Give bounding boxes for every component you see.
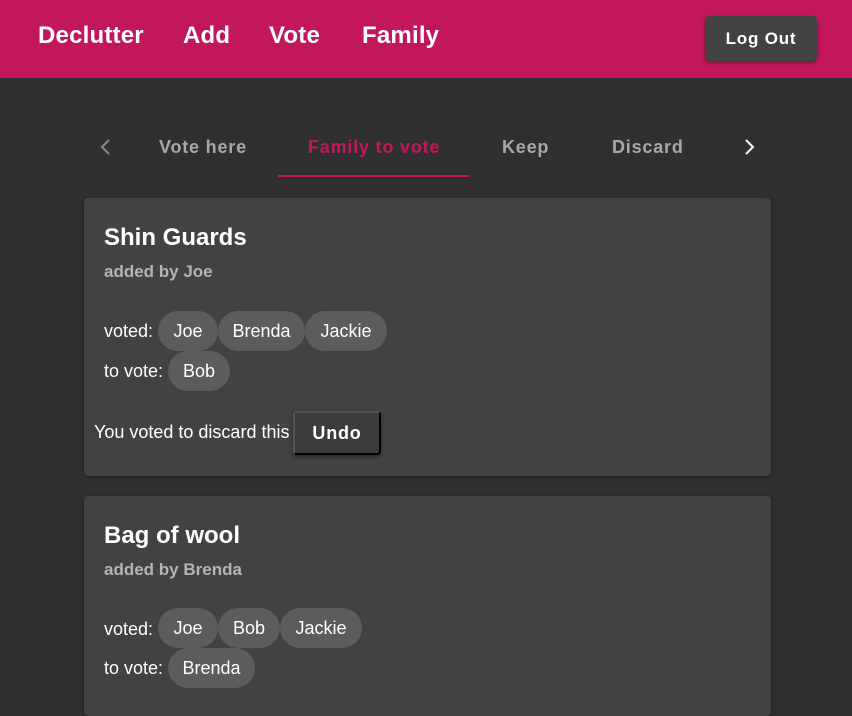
voter-chip: Jackie — [305, 311, 387, 351]
voter-chip: Bob — [218, 608, 280, 648]
item-added-by: added by Brenda — [104, 560, 242, 579]
nav-link-add[interactable]: Add — [183, 22, 230, 50]
voter-chip: Brenda — [218, 311, 305, 351]
tab-bar: Vote here Family to vote Keep Discard — [84, 118, 772, 178]
voter-chip: Jackie — [280, 608, 362, 648]
voter-chip: Joe — [158, 311, 218, 351]
chevron-left-icon[interactable] — [94, 135, 118, 159]
log-out-button[interactable]: Log Out — [705, 16, 817, 61]
voter-chip: Joe — [158, 608, 218, 648]
voted-label: voted: — [104, 619, 154, 639]
to-vote-label: to vote: — [104, 658, 164, 678]
to-vote-label: to vote: — [104, 361, 164, 381]
item-card: Shin Guards added by Joe voted: Joe Bren… — [84, 198, 771, 476]
item-title: Shin Guards — [104, 224, 247, 251]
undo-button[interactable]: Undo — [293, 411, 381, 455]
pending-voter-chip: Bob — [168, 351, 230, 391]
active-tab-indicator — [278, 175, 469, 177]
vote-status-message: You voted to discard this — [94, 422, 290, 442]
chevron-right-icon[interactable] — [737, 135, 761, 159]
app-bar: Declutter Add Vote Family Log Out — [0, 0, 852, 78]
tab-family-to-vote[interactable]: Family to vote — [308, 137, 440, 158]
tab-keep[interactable]: Keep — [502, 137, 549, 158]
nav-link-vote[interactable]: Vote — [269, 22, 320, 50]
nav-link-declutter[interactable]: Declutter — [38, 22, 144, 50]
voted-label: voted: — [104, 321, 154, 341]
item-title: Bag of wool — [104, 522, 240, 549]
item-added-by: added by Joe — [104, 262, 213, 281]
pending-voter-chip: Brenda — [168, 648, 255, 688]
tab-discard[interactable]: Discard — [612, 137, 684, 158]
nav-link-family[interactable]: Family — [362, 22, 439, 50]
tab-vote-here[interactable]: Vote here — [159, 137, 247, 158]
item-card: Bag of wool added by Brenda voted: Joe B… — [84, 496, 771, 716]
